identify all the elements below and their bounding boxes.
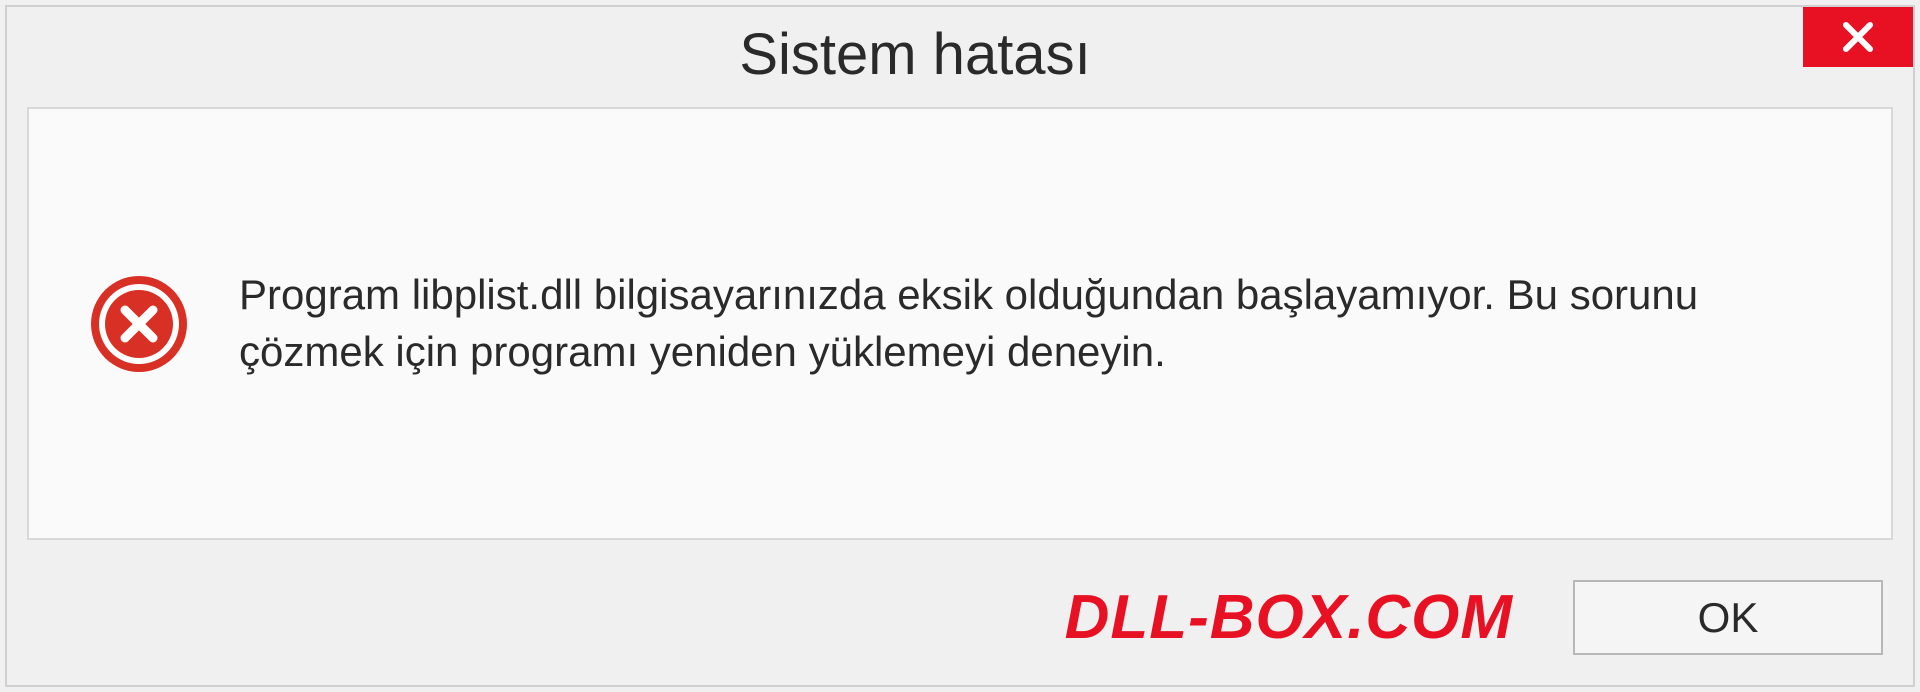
error-dialog: Sistem hatası Program libplist.dll bilgi… xyxy=(5,5,1915,687)
error-icon xyxy=(89,274,189,374)
dialog-footer: DLL-BOX.COM OK xyxy=(7,560,1913,685)
watermark-text: DLL-BOX.COM xyxy=(1065,582,1513,653)
close-icon xyxy=(1838,17,1878,57)
dialog-title: Sistem hatası xyxy=(27,16,1803,88)
content-panel: Program libplist.dll bilgisayarınızda ek… xyxy=(27,107,1893,540)
error-message: Program libplist.dll bilgisayarınızda ek… xyxy=(239,267,1739,380)
close-button[interactable] xyxy=(1803,7,1913,67)
ok-button[interactable]: OK xyxy=(1573,580,1883,655)
titlebar: Sistem hatası xyxy=(7,7,1913,97)
